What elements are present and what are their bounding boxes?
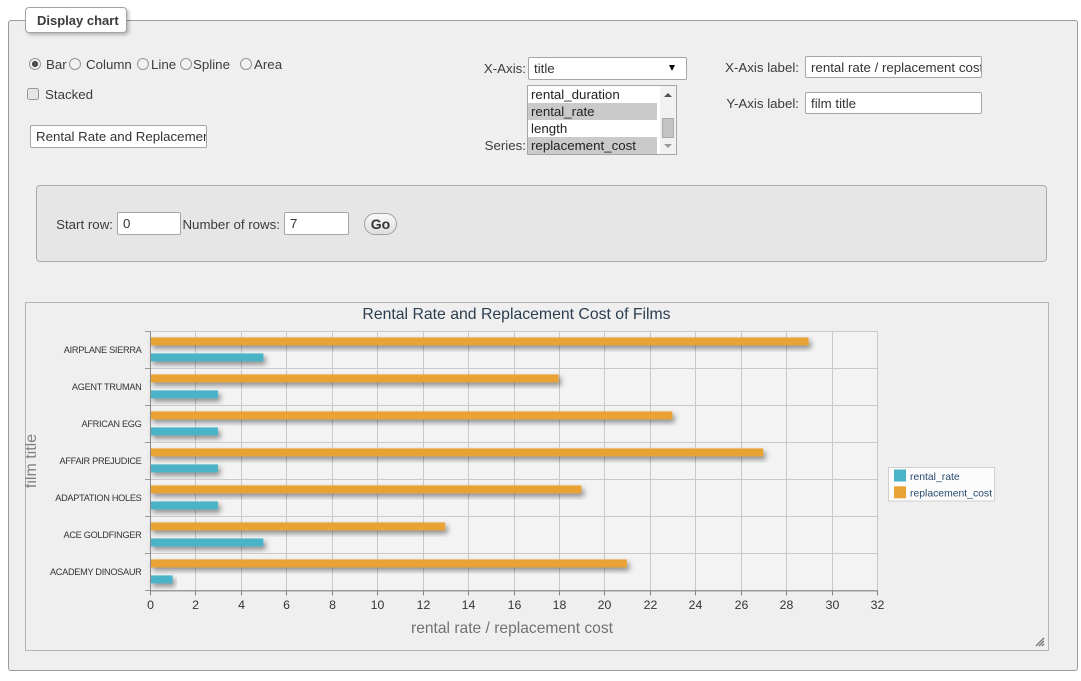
svg-text:16: 16 [508,598,522,612]
svg-text:ACE GOLDFINGER: ACE GOLDFINGER [64,530,143,540]
svg-text:AFFAIR PREJUDICE: AFFAIR PREJUDICE [60,456,142,466]
svg-text:26: 26 [735,598,749,612]
svg-text:rental_rate: rental_rate [910,472,960,483]
svg-text:22: 22 [644,598,658,612]
svg-text:4: 4 [238,598,245,612]
svg-text:18: 18 [553,598,567,612]
svg-text:14: 14 [462,598,476,612]
svg-text:AGENT TRUMAN: AGENT TRUMAN [72,382,142,392]
svg-text:8: 8 [329,598,336,612]
svg-text:30: 30 [826,598,840,612]
svg-text:24: 24 [689,598,703,612]
svg-text:2: 2 [192,598,199,612]
svg-text:20: 20 [598,598,612,612]
svg-text:6: 6 [283,598,290,612]
svg-text:AFRICAN EGG: AFRICAN EGG [82,419,142,429]
svg-text:film title: film title [25,434,40,488]
svg-text:ADAPTATION HOLES: ADAPTATION HOLES [55,493,141,503]
svg-text:ACADEMY DINOSAUR: ACADEMY DINOSAUR [50,567,142,577]
svg-text:Rental Rate and Replacement Co: Rental Rate and Replacement Cost of Film… [362,306,670,323]
svg-text:28: 28 [780,598,794,612]
svg-text:12: 12 [417,598,431,612]
svg-text:AIRPLANE SIERRA: AIRPLANE SIERRA [64,345,143,355]
svg-text:32: 32 [871,598,885,612]
svg-text:0: 0 [147,598,154,612]
svg-text:rental rate / replacement cost: rental rate / replacement cost [411,620,614,637]
svg-text:replacement_cost: replacement_cost [910,489,992,500]
svg-text:10: 10 [371,598,385,612]
